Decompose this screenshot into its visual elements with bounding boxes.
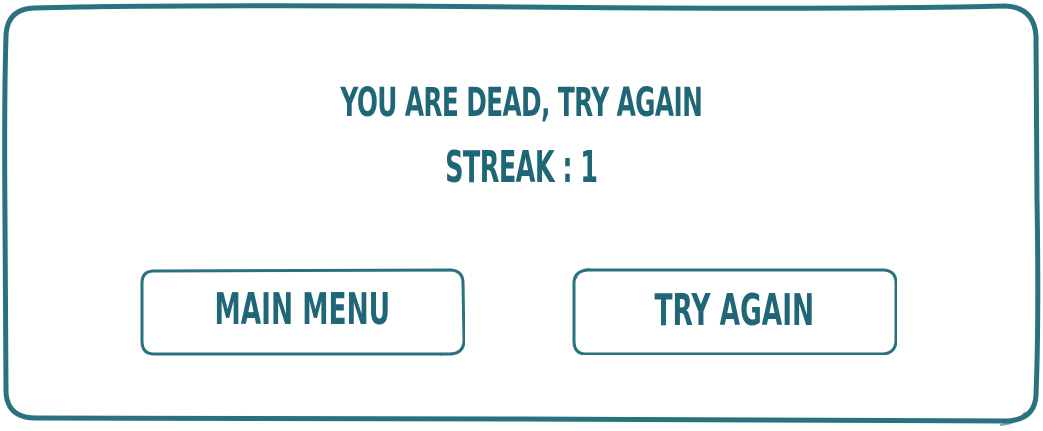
game-over-message: YOU ARE DEAD, TRY AGAIN [340,80,703,126]
game-over-screen: YOU ARE DEAD, TRY AGAIN STREAK : 1 MAIN … [0,0,1043,431]
main-menu-button[interactable]: MAIN MENU [140,268,465,356]
main-menu-label: MAIN MENU [214,284,391,335]
try-again-button[interactable]: TRY AGAIN [572,267,897,355]
dialog-frame [2,3,1041,426]
streak-counter: STREAK : 1 [445,142,598,193]
try-again-label: TRY AGAIN [654,285,815,336]
